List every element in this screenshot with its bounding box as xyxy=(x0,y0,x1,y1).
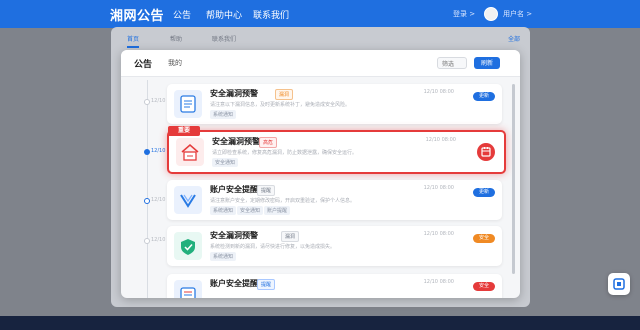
timeline-date: 12/10 xyxy=(151,197,166,203)
modal-title: 公告 xyxy=(134,60,153,70)
category-chip: 账户提醒 xyxy=(264,206,291,215)
important-announcement-card[interactable]: 重要 安全漏洞预警 高危 请立即检查系统，修复高危漏洞，防止数据泄露，确保安全运… xyxy=(167,126,506,174)
card-time: 12/10 08:00 xyxy=(423,185,454,191)
card-title: 账户安全提醒 xyxy=(210,185,258,194)
card-description: 请立即检查系统，修复高危漏洞，防止数据泄露，确保安全运行。 xyxy=(212,150,358,156)
card-time: 12/10 08:00 xyxy=(423,279,454,285)
background-tab-contact[interactable]: 联系我们 xyxy=(212,34,236,43)
nav-announcements[interactable]: 公告 xyxy=(173,8,191,21)
background-tabs: 首页 帮助 联系我们 全部 xyxy=(111,27,530,49)
timeline-date: 12/10 xyxy=(151,148,166,154)
severity-badge: 高危 xyxy=(259,137,278,148)
login-link[interactable]: 登录 > xyxy=(453,9,475,19)
announcement-card[interactable]: 账户安全提醒 提醒 请注意账户安全，定期修改密码，开启双重验证，保护个人信息。 … xyxy=(167,180,502,220)
category-chip: 系统通知 xyxy=(210,206,237,215)
top-navigation-bar: 湘网公告 公告 帮助中心 联系我们 登录 > 用户名 > xyxy=(0,0,640,28)
timeline-dot xyxy=(144,238,150,244)
refresh-button[interactable]: 刷新 xyxy=(474,57,500,69)
important-tag: 重要 xyxy=(168,126,200,136)
warning-house-icon xyxy=(176,138,204,166)
nav-contact-us[interactable]: 联系我们 xyxy=(253,8,289,21)
category-chip: 安全通知 xyxy=(212,158,239,167)
announcement-card[interactable]: 安全漏洞预警 漏洞 系统检测到新的漏洞，请尽快进行修复，以免造成损失。 系统通知… xyxy=(167,226,502,266)
timeline-date: 12/10 xyxy=(151,98,166,104)
mail-icon xyxy=(174,280,202,298)
document-icon xyxy=(174,90,202,118)
category-chip: 安全通知 xyxy=(237,206,264,215)
status-badge: 漏洞 xyxy=(281,231,300,242)
background-view-all[interactable]: 全部 xyxy=(508,34,520,43)
chat-float-button[interactable] xyxy=(608,273,630,295)
timeline-dot xyxy=(144,99,150,105)
announcement-card[interactable]: 安全漏洞预警 漏洞 请注意以下漏洞信息，及时更新系统补丁，避免造成安全风险。 系… xyxy=(167,84,502,124)
announcement-modal: 公告 我的 筛选 刷新 12/10 12/10 12/10 12/10 安全漏洞… xyxy=(121,50,520,298)
filter-label: 筛选 xyxy=(442,61,455,68)
card-time: 12/10 08:00 xyxy=(423,231,454,237)
timeline-date: 12/10 xyxy=(151,237,166,243)
timeline-line xyxy=(147,80,148,298)
shield-check-icon xyxy=(174,186,202,214)
nav-help-center[interactable]: 帮助中心 xyxy=(206,8,242,21)
modal-subtitle[interactable]: 我的 xyxy=(168,58,182,68)
timeline-dot xyxy=(144,198,150,204)
background-tab-home[interactable]: 首页 xyxy=(127,34,140,48)
username-link[interactable]: 用户名 > xyxy=(503,9,532,19)
modal-scrollbar[interactable] xyxy=(512,84,515,274)
background-tab-help[interactable]: 帮助 xyxy=(170,34,182,43)
app-logo: 湘网公告 xyxy=(110,9,165,24)
card-title: 安全漏洞预警 xyxy=(210,231,258,240)
status-badge: 提醒 xyxy=(257,185,276,196)
card-time: 12/10 08:00 xyxy=(423,89,454,95)
modal-header: 公告 我的 筛选 刷新 xyxy=(121,50,520,77)
category-chip: 系统通知 xyxy=(210,110,237,119)
user-avatar[interactable] xyxy=(484,7,498,21)
status-badge: 提醒 xyxy=(257,279,276,290)
card-title: 账户安全提醒 xyxy=(210,279,258,288)
card-title: 安全漏洞预警 xyxy=(210,89,258,98)
filter-dropdown[interactable]: 筛选 xyxy=(437,57,467,69)
secure-button[interactable]: 安全 xyxy=(473,234,495,243)
announcement-card[interactable]: 账户安全提醒 提醒 12/10 08:00 安全 xyxy=(167,274,502,298)
footer-bar xyxy=(0,316,640,330)
secure-button[interactable]: 安全 xyxy=(473,282,495,291)
timeline-dot-active xyxy=(144,149,150,155)
category-chip: 系统通知 xyxy=(210,252,237,261)
update-button[interactable]: 更新 xyxy=(473,188,495,197)
card-description: 请注意以下漏洞信息，及时更新系统补丁，避免造成安全风险。 xyxy=(210,102,351,108)
card-description: 系统检测到新的漏洞，请尽快进行修复，以免造成损失。 xyxy=(210,244,336,250)
security-shield-icon xyxy=(174,232,202,260)
card-title: 安全漏洞预警 xyxy=(212,137,260,146)
card-time: 12/10 08:00 xyxy=(425,137,456,143)
card-description: 请注意账户安全，定期修改密码，开启双重验证，保护个人信息。 xyxy=(210,198,356,204)
status-badge: 漏洞 xyxy=(275,89,294,100)
update-button[interactable]: 更新 xyxy=(473,92,495,101)
alert-calendar-icon[interactable] xyxy=(477,143,495,161)
